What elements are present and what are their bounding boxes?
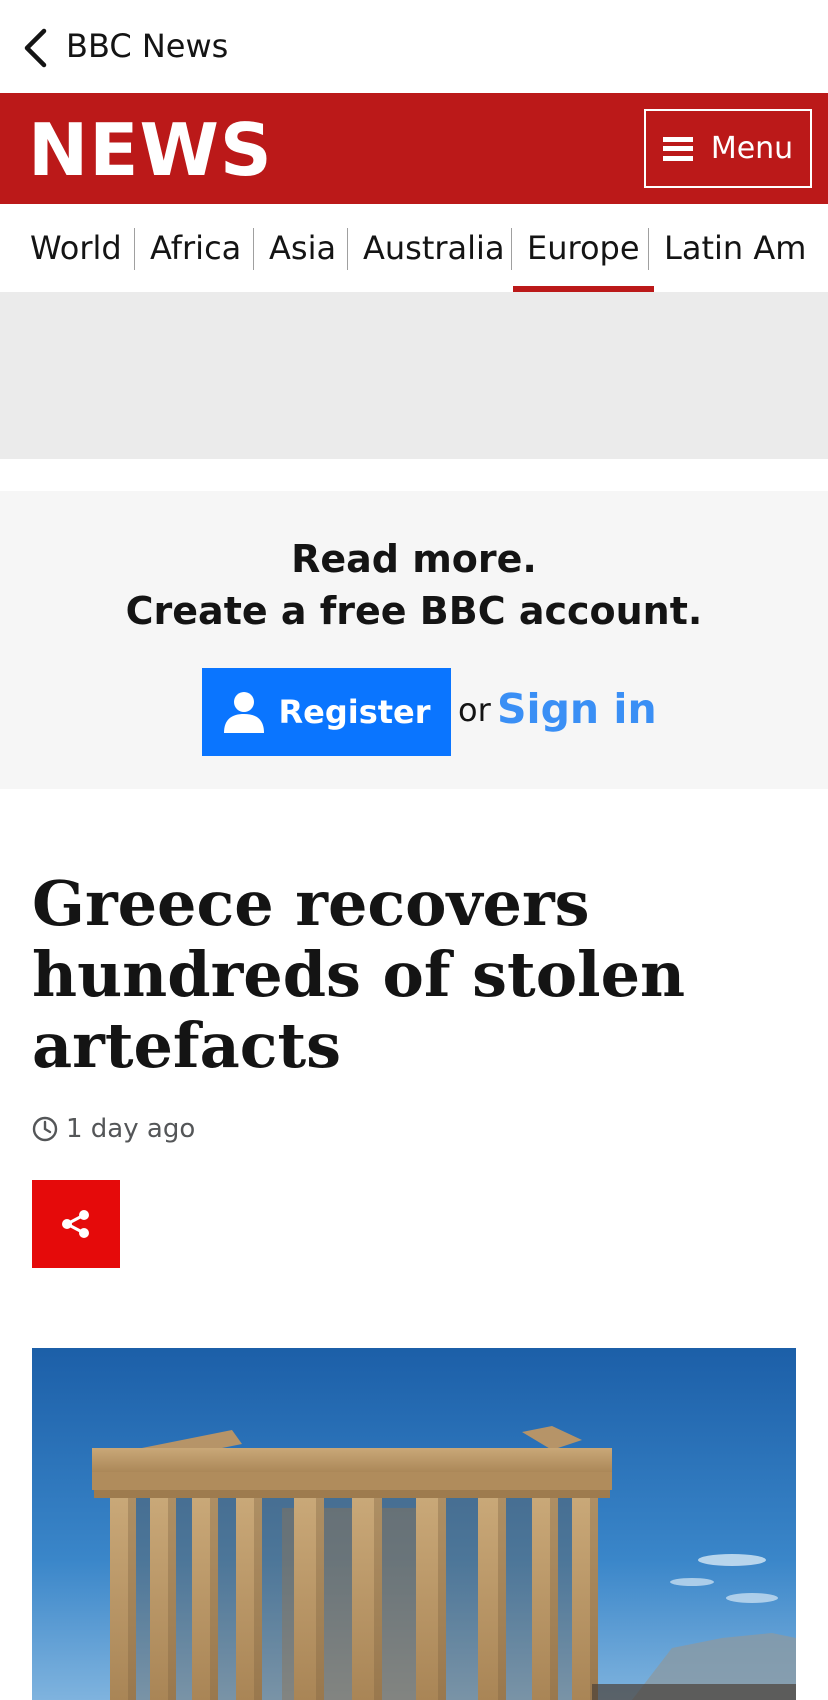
nav-item-latin-america[interactable]: Latin Am — [664, 204, 806, 292]
clock-icon — [32, 1116, 58, 1142]
user-icon — [224, 692, 265, 733]
register-button[interactable]: Register — [202, 668, 451, 756]
share-button[interactable] — [32, 1180, 120, 1268]
parthenon-image — [32, 1348, 796, 1700]
promo-subheading: Create a free BBC account. — [125, 589, 703, 633]
article-headline: Greece recovers hundreds of stolen artef… — [32, 867, 686, 1082]
menu-button[interactable]: Menu — [644, 109, 812, 188]
nav-item-africa[interactable]: Africa — [150, 204, 241, 292]
timestamp-text: 1 day ago — [66, 1114, 196, 1144]
sign-in-link[interactable]: Sign in — [497, 685, 657, 733]
chevron-left-icon — [24, 28, 47, 68]
nav-separator — [347, 228, 348, 270]
region-nav: World Africa Asia Australia Europe Latin… — [0, 204, 828, 292]
article-hero-image[interactable] — [32, 1348, 796, 1700]
promo-heading: Read more. — [291, 537, 537, 581]
nav-item-australia[interactable]: Australia — [363, 204, 505, 292]
ad-placeholder — [0, 292, 828, 459]
account-promo: Read more. Create a free BBC account. Re… — [0, 491, 828, 789]
app-bar-title: BBC News — [66, 27, 229, 65]
article-timestamp: 1 day ago — [32, 1114, 195, 1144]
register-button-label: Register — [278, 693, 431, 731]
or-text: or — [458, 691, 491, 729]
nav-item-europe[interactable]: Europe — [513, 204, 654, 292]
nav-separator — [511, 228, 512, 270]
app-bar: BBC News — [0, 0, 828, 93]
nav-item-world[interactable]: World — [30, 204, 122, 292]
news-logo[interactable]: NEWS — [28, 107, 273, 193]
hamburger-icon — [662, 136, 693, 161]
nav-separator — [134, 228, 135, 270]
nav-separator — [253, 228, 254, 270]
masthead: NEWS Menu — [0, 93, 828, 204]
nav-separator — [648, 228, 649, 270]
back-button[interactable] — [22, 26, 56, 70]
menu-button-label: Menu — [710, 131, 794, 166]
share-icon — [62, 1210, 89, 1238]
nav-item-asia[interactable]: Asia — [269, 204, 336, 292]
